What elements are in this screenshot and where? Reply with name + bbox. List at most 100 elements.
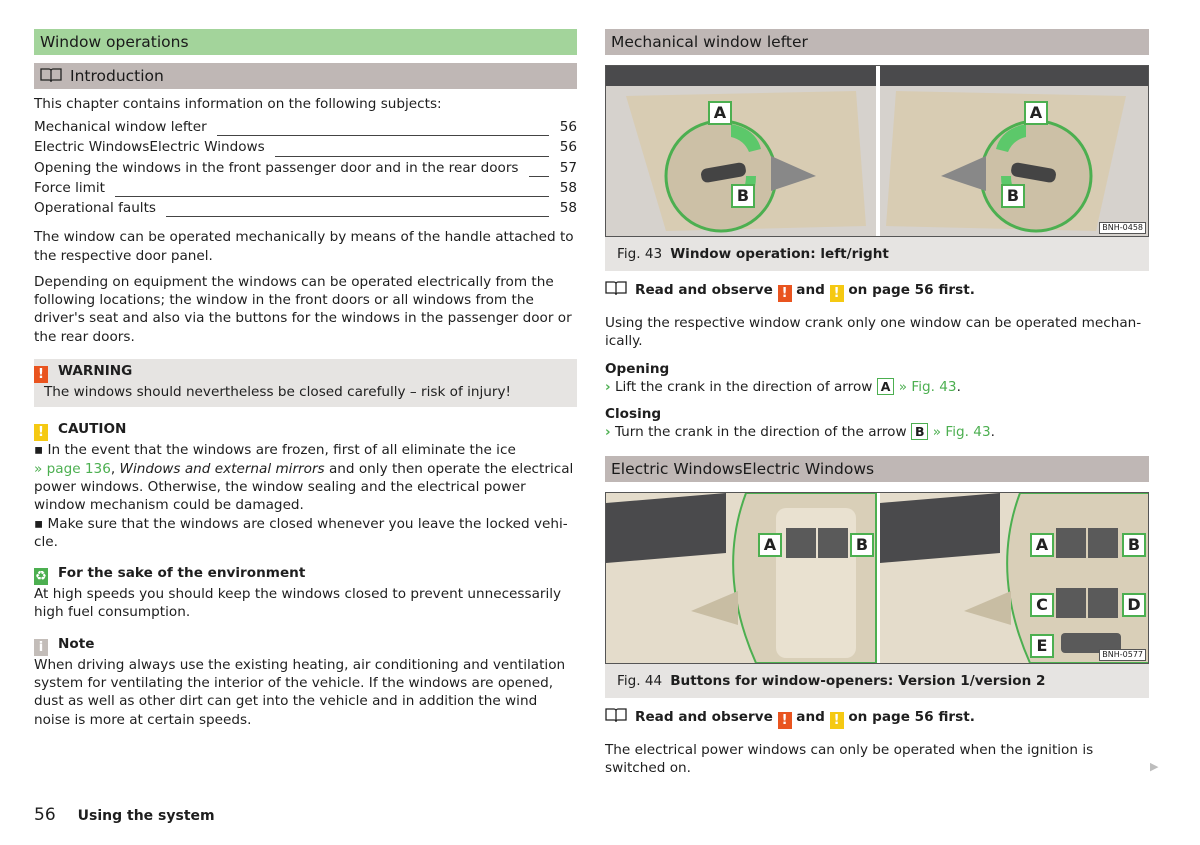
- read-text: Read and observe: [635, 708, 773, 725]
- toc-page: 56: [559, 119, 577, 136]
- caution-icon: !: [829, 711, 844, 729]
- warning-icon: !: [777, 285, 792, 302]
- closing-title: Closing: [605, 406, 662, 423]
- figure-link[interactable]: » Fig. 43: [899, 379, 957, 395]
- callout-b-v2: B: [1122, 532, 1146, 557]
- paragraph-mechanical: The window can be operated mechanically …: [34, 229, 574, 264]
- figure-44-caption: Fig. 44 Buttons for window-openers: Versi…: [605, 663, 1149, 698]
- toc-leader: [166, 215, 549, 218]
- footer-section: Using the system: [77, 808, 215, 824]
- toc-item[interactable]: Opening the windows in the front passeng…: [34, 160, 577, 180]
- caution-icon: !: [34, 424, 48, 442]
- note-box: i Note When driving always use the existi…: [34, 634, 577, 729]
- toc-leader: [528, 175, 549, 177]
- caution-text: In the event that the windows are frozen…: [47, 442, 516, 459]
- toc-title: Electric WindowsElectric Windows: [34, 139, 265, 156]
- read-text: and: [796, 282, 825, 298]
- toc-item[interactable]: Force limit 58: [34, 180, 577, 200]
- section-title: Window operations: [34, 29, 577, 55]
- electric-text: The electrical power windows can only be…: [605, 741, 1094, 777]
- toc-leader: [216, 134, 549, 137]
- read-text: on page 56 first.: [848, 708, 975, 725]
- toc-item[interactable]: Electric WindowsElectric Windows 56: [34, 139, 577, 159]
- callout-e-v2: E: [1030, 633, 1054, 658]
- window-crank-illustration: [606, 66, 1148, 236]
- label-b: B: [910, 423, 929, 441]
- step-arrow-icon: ›: [605, 378, 611, 395]
- toc-item[interactable]: Operational faults 58: [34, 200, 577, 220]
- environment-box: ♻ For the sake of the environment At high…: [34, 563, 577, 622]
- read-text: and: [796, 708, 825, 725]
- intro-title: Introduction: [70, 67, 164, 85]
- read-observe-1: Read and observe ! and ! on page 56 firs…: [605, 281, 1149, 302]
- caution-text: Make sure that the windows are closed wh…: [34, 515, 568, 550]
- toc-page: 56: [559, 139, 577, 156]
- figure-number: Fig. 44: [617, 672, 663, 689]
- step-arrow-icon: ›: [605, 424, 611, 441]
- figure-link[interactable]: » Fig. 43: [933, 424, 991, 440]
- step-text: Lift the crank in the direction of arrow: [614, 378, 873, 395]
- caution-icon: !: [829, 285, 844, 302]
- callout-c-v2: C: [1030, 592, 1054, 617]
- note-text: When driving always use the existing hea…: [34, 656, 566, 728]
- page-link[interactable]: » page 136: [34, 461, 111, 477]
- figure-code: BNH-0577: [1099, 648, 1146, 661]
- toc-page: 58: [559, 200, 577, 217]
- environment-title: For the sake of the environment: [58, 565, 306, 582]
- intro-header: Introduction: [34, 63, 577, 89]
- read-observe-2: Read and observe ! and ! on page 56 firs…: [605, 708, 1149, 729]
- step-text: Turn the crank in the direction of the a…: [614, 424, 907, 441]
- warning-icon: !: [777, 711, 792, 729]
- next-page-arrow-icon[interactable]: ▶: [1150, 760, 1158, 773]
- toc-leader: [274, 155, 549, 157]
- figure-43-caption: Fig. 43 Window operation: left/right: [605, 237, 1149, 271]
- book-icon: [605, 708, 627, 722]
- callout-a-left: A: [708, 101, 732, 125]
- figure-caption-text: Buttons for window-openers: Version 1/ve…: [670, 672, 1046, 689]
- label-a: A: [876, 377, 895, 395]
- reference-title: Windows and external mirrors: [119, 460, 325, 477]
- page-number: 56: [34, 805, 56, 825]
- book-icon: [40, 68, 62, 82]
- toc-item[interactable]: Mechanical window lefter 56: [34, 119, 577, 139]
- warning-icon: !: [34, 366, 48, 384]
- caution-title: CAUTION: [58, 421, 127, 438]
- opening-step: › Lift the crank in the direction of arr…: [605, 377, 961, 395]
- toc-page: 57: [559, 159, 577, 176]
- callout-b-v1: B: [850, 532, 874, 557]
- toc-title: Force limit: [34, 179, 106, 196]
- callout-d-v2: D: [1122, 592, 1146, 617]
- read-text: on page 56 first.: [848, 282, 975, 298]
- section-title-electric: Electric WindowsElectric Windows: [605, 455, 1149, 482]
- figure-caption-text: Window operation: left/right: [670, 246, 889, 262]
- toc-leader: [115, 195, 549, 198]
- section-title-mechanical: Mechanical window lefter: [605, 29, 1149, 55]
- callout-a-v1: A: [758, 532, 782, 557]
- page-footer: 56 Using the system: [34, 805, 215, 825]
- table-of-contents: Mechanical window lefter 56 Electric Wind…: [34, 119, 577, 220]
- paragraph-electrical: Depending on equipment the windows can b…: [34, 273, 572, 345]
- callout-a-v2: A: [1030, 532, 1054, 557]
- caution-box: ! CAUTION ▪ In the event that the windows…: [34, 419, 577, 551]
- mechanical-text: Using the respective window crank only o…: [605, 315, 1142, 350]
- toc-title: Operational faults: [34, 200, 156, 217]
- window-buttons-illustration: [606, 492, 1148, 663]
- figure-43: A B A B BNH-0458: [605, 65, 1149, 237]
- toc-title: Opening the windows in the front passeng…: [34, 159, 519, 176]
- callout-b-right: B: [1001, 184, 1025, 208]
- caution-bullet-1: ▪ In the event that the windows are froz…: [34, 442, 574, 514]
- warning-text: The windows should nevertheless be close…: [44, 384, 511, 401]
- figure-44: A B A B C D E BNH-0577: [605, 491, 1149, 664]
- environment-icon: ♻: [34, 568, 48, 586]
- warning-title: WARNING: [58, 363, 133, 380]
- figure-code: BNH-0458: [1099, 222, 1146, 234]
- left-column: Window operations Introduction This chap…: [34, 29, 577, 729]
- read-text: Read and observe: [635, 282, 773, 298]
- caution-bullet-2: ▪ Make sure that the windows are closed …: [34, 515, 568, 550]
- note-title: Note: [58, 635, 95, 652]
- closing-step: › Turn the crank in the direction of the…: [605, 423, 995, 441]
- info-icon: i: [34, 638, 48, 656]
- toc-page: 58: [559, 179, 577, 196]
- opening-title: Opening: [605, 360, 670, 377]
- callout-a-right: A: [1024, 101, 1048, 125]
